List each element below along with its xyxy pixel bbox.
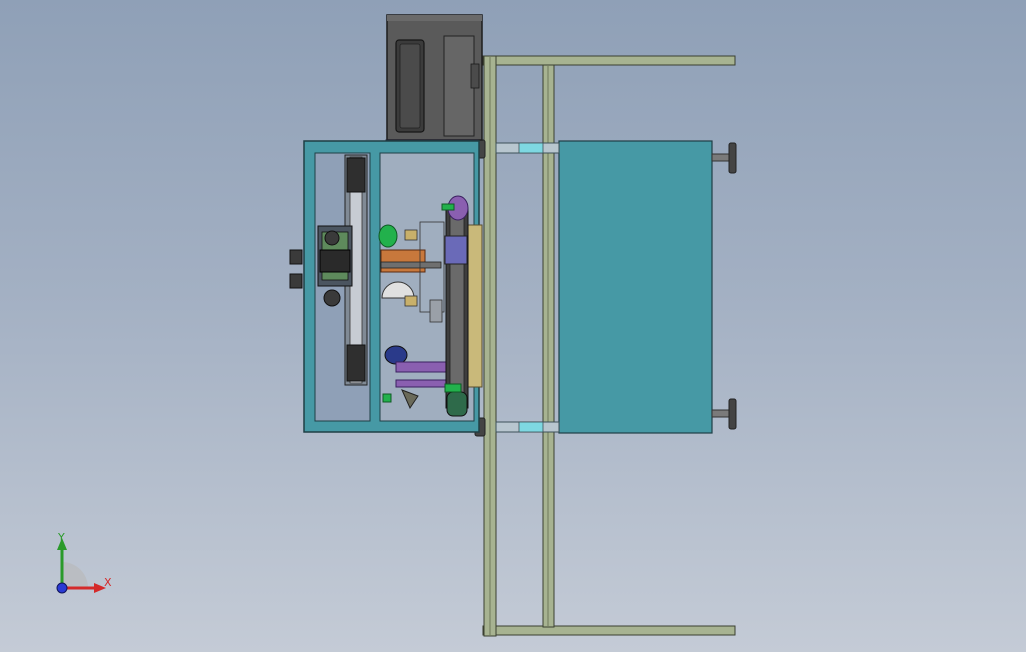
teal-panel — [495, 140, 713, 434]
axis-triad — [56, 538, 106, 594]
vertical-conveyor — [441, 195, 469, 417]
y-axis-label: Y — [58, 531, 65, 544]
cad-viewport[interactable]: Y X — [0, 0, 1026, 652]
x-axis-label: X — [104, 576, 112, 589]
machine-assembly — [289, 14, 737, 637]
z-axis-dot — [56, 582, 68, 594]
